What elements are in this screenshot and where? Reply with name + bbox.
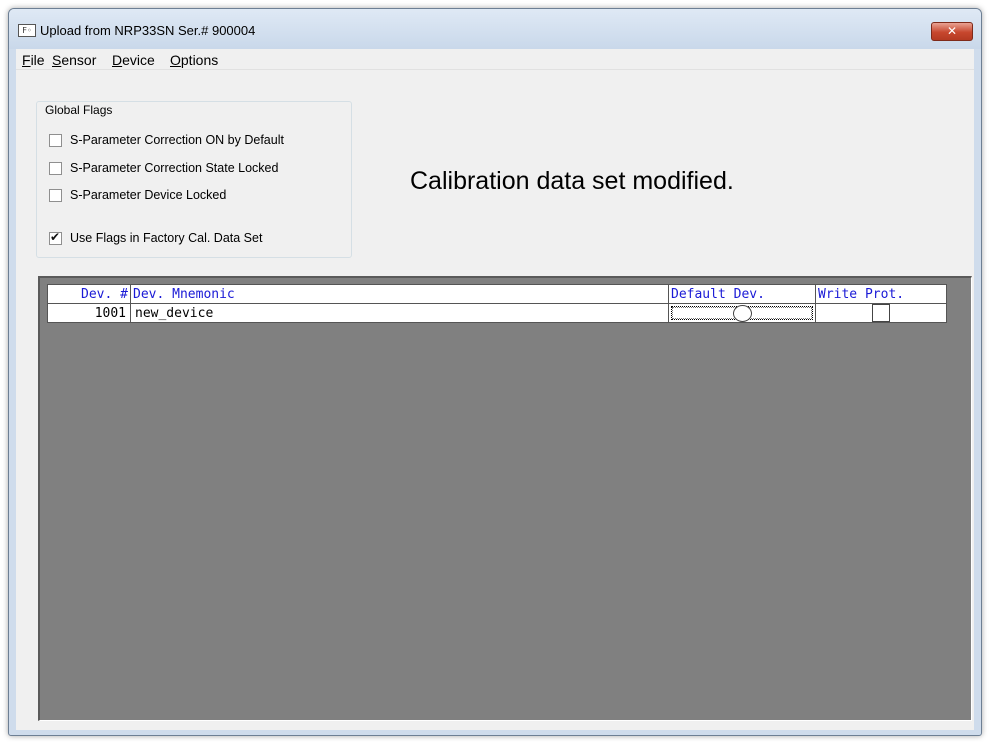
device-table: Dev. # Dev. Mnemonic Default Dev. Write … [47, 284, 947, 323]
client-area: File Sensor Device Options Global Flags … [16, 49, 974, 730]
cell-dev-num[interactable]: 1001 [47, 303, 131, 323]
close-button[interactable]: ✕ [931, 22, 973, 41]
checkbox[interactable] [49, 162, 62, 175]
column-header-dev-num[interactable]: Dev. # [47, 284, 131, 304]
window-title: Upload from NRP33SN Ser.# 900004 [40, 23, 256, 38]
checkbox[interactable] [49, 189, 62, 202]
flag-label: S-Parameter Correction ON by Default [70, 133, 284, 147]
global-flags-legend: Global Flags [42, 103, 116, 117]
menu-device[interactable]: Device [112, 52, 155, 68]
table-row[interactable]: 1001 new_device [47, 303, 947, 323]
cell-default-dev[interactable] [668, 303, 816, 323]
app-icon[interactable]: F◦ [18, 24, 36, 37]
title-bar[interactable]: F◦ Upload from NRP33SN Ser.# 900004 ✕ [9, 9, 981, 49]
write-protect-checkbox[interactable] [872, 304, 890, 322]
application-window: F◦ Upload from NRP33SN Ser.# 900004 ✕ Fi… [8, 8, 982, 736]
column-header-mnemonic[interactable]: Dev. Mnemonic [130, 284, 669, 304]
status-message: Calibration data set modified. [410, 167, 734, 195]
table-header-row: Dev. # Dev. Mnemonic Default Dev. Write … [47, 284, 947, 304]
cell-write-prot[interactable] [815, 303, 947, 323]
cell-mnemonic[interactable]: new_device [130, 303, 669, 323]
menu-file[interactable]: File [22, 52, 45, 68]
column-header-default-dev[interactable]: Default Dev. [668, 284, 816, 304]
close-icon: ✕ [946, 24, 958, 38]
device-grid[interactable]: Dev. # Dev. Mnemonic Default Dev. Write … [38, 276, 972, 721]
checkbox[interactable] [49, 134, 62, 147]
checkbox[interactable] [49, 230, 62, 245]
column-header-write-prot[interactable]: Write Prot. [815, 284, 947, 304]
menu-options[interactable]: Options [170, 52, 218, 68]
flag-label: S-Parameter Device Locked [70, 188, 227, 202]
flag-label: S-Parameter Correction State Locked [70, 161, 279, 175]
flag-label: Use Flags in Factory Cal. Data Set [70, 231, 263, 245]
menu-bar: File Sensor Device Options [16, 49, 974, 70]
menu-sensor[interactable]: Sensor [52, 52, 96, 68]
default-device-radio[interactable] [732, 304, 752, 322]
